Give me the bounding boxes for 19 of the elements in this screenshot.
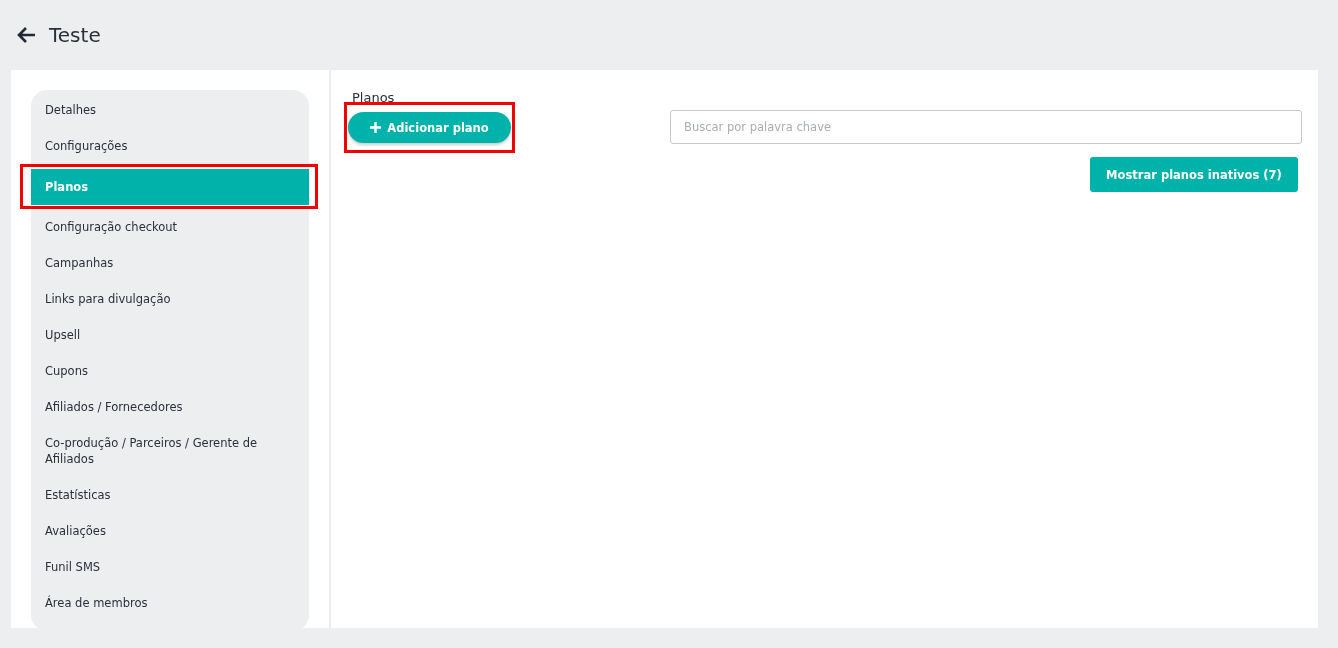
sidebar-item[interactable]: Co-produção / Parceiros / Gerente de Afiliados [31,425,309,477]
back-arrow-icon [17,26,37,44]
sidebar-item[interactable]: Upsell [31,317,309,353]
section-title: Planos [352,90,396,107]
search-field[interactable]: Buscar por palavra chave [670,110,1302,144]
sidebar-item[interactable]: Links para divulgação [31,281,309,317]
sidebar-item[interactable]: Campanhas [31,245,309,281]
sidebar-item[interactable]: Configuração checkout [31,209,309,245]
sidebar-item[interactable]: Detalhes [31,92,309,128]
back-button[interactable] [17,26,37,44]
sidebar-item[interactable]: Configurações [31,128,309,164]
sidebar-item[interactable]: Afiliados / Fornecedores [31,389,309,425]
sidebar-item[interactable]: Estatísticas [31,477,309,513]
sidebar-item[interactable]: Funil SMS [31,549,309,585]
sidebar-item[interactable]: Avaliações [31,513,309,549]
sidebar-item[interactable]: Área de membros [31,585,309,621]
sidebar-item[interactable]: Cupons [31,353,309,389]
plus-icon [370,122,382,133]
page-title: Teste [49,23,101,47]
